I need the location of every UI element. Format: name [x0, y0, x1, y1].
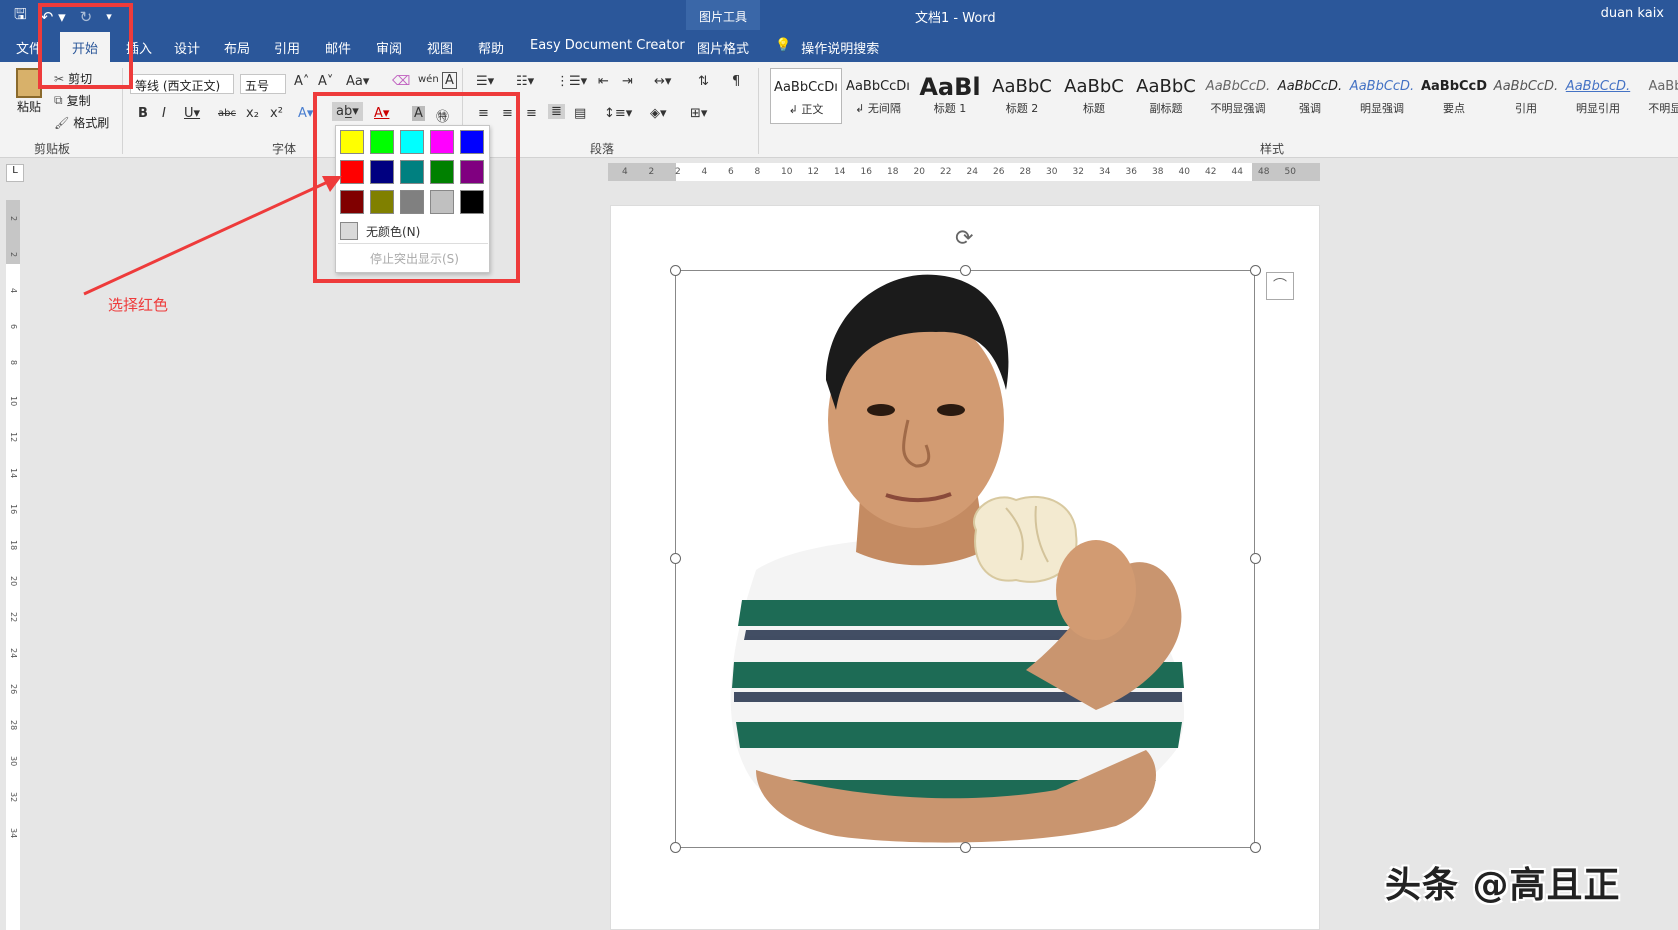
- annotation-arrow: [83, 176, 342, 296]
- watermark-text: 头条 @高且正: [1385, 865, 1621, 906]
- annotation-text: 选择红色: [108, 296, 169, 314]
